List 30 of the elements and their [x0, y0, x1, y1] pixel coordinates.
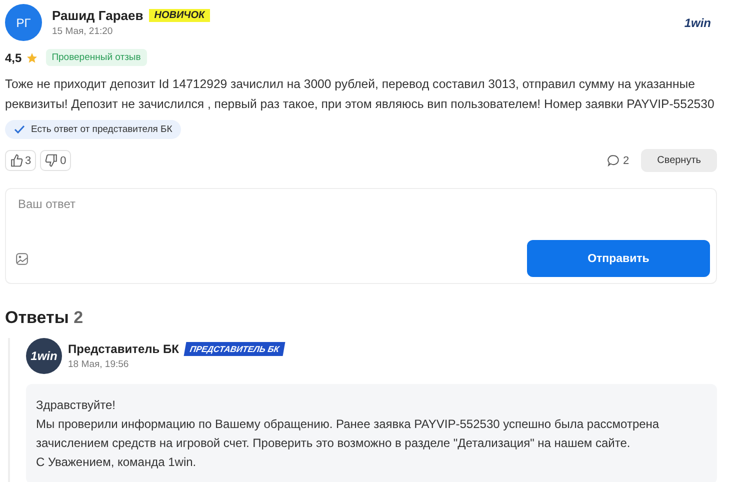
- answer-note: Есть ответ от представителя БК: [5, 120, 182, 139]
- answer-text-line: зачислением средств на игровой счет. Проверить это возможно в разделе "Детализация" на нашем сайте.: [36, 435, 632, 452]
- user-badge: НОВИЧОК: [149, 9, 210, 22]
- brand-avatar: 1win: [26, 338, 62, 374]
- answer-text-line: Мы проверили информацию по Вашему обращению. Ранее заявка PAYVIP-552530 успешно была рассмотрена: [36, 416, 660, 433]
- check-icon: [14, 125, 25, 134]
- review-text: Тоже не приходит депозит Id 14712929 зачислил на 3000 рублей, перевод составил 3013, отправил сумму на указанные реквизиты! Депозит не зачислился , первый раз такое, при этом являюсь вип пользователем! Номер заявки PAYVIP-552530: [5, 76, 716, 113]
- collapse-button[interactable]: Свернуть: [641, 149, 717, 172]
- comment-count[interactable]: 2: [607, 154, 630, 167]
- submit-button[interactable]: Отправить: [527, 240, 710, 277]
- rating-value: 4,5: [5, 50, 22, 64]
- verified-tag: Проверенный отзыв: [46, 49, 147, 66]
- image-icon[interactable]: [16, 252, 28, 264]
- representative-badge: ПРЕДСТАВИТЕЛЬ БК: [184, 342, 286, 356]
- answer-text-line: Здравствуйте!: [36, 397, 117, 414]
- brand-logo: 1win: [684, 16, 711, 30]
- reply-field[interactable]: Ваш ответ Отправить: [5, 188, 717, 284]
- post-date: 18 Мая, 19:56: [68, 359, 130, 370]
- user-avatar: РГ: [5, 4, 42, 41]
- author-name: Рашид Гараев: [52, 8, 144, 23]
- like-button[interactable]: 3: [5, 150, 36, 171]
- answers-heading: Ответы 2: [5, 308, 84, 328]
- thumbs-down-icon: [45, 154, 58, 167]
- dislike-button[interactable]: 0: [40, 150, 72, 171]
- post-date: 15 Мая, 21:20: [52, 26, 114, 37]
- star-icon: [26, 52, 38, 64]
- answer-text-line: С Уважением, команда 1win.: [36, 454, 198, 471]
- thumbs-up-icon: [10, 154, 23, 167]
- comment-icon: [607, 154, 620, 167]
- author-name: Представитель БК: [68, 342, 179, 356]
